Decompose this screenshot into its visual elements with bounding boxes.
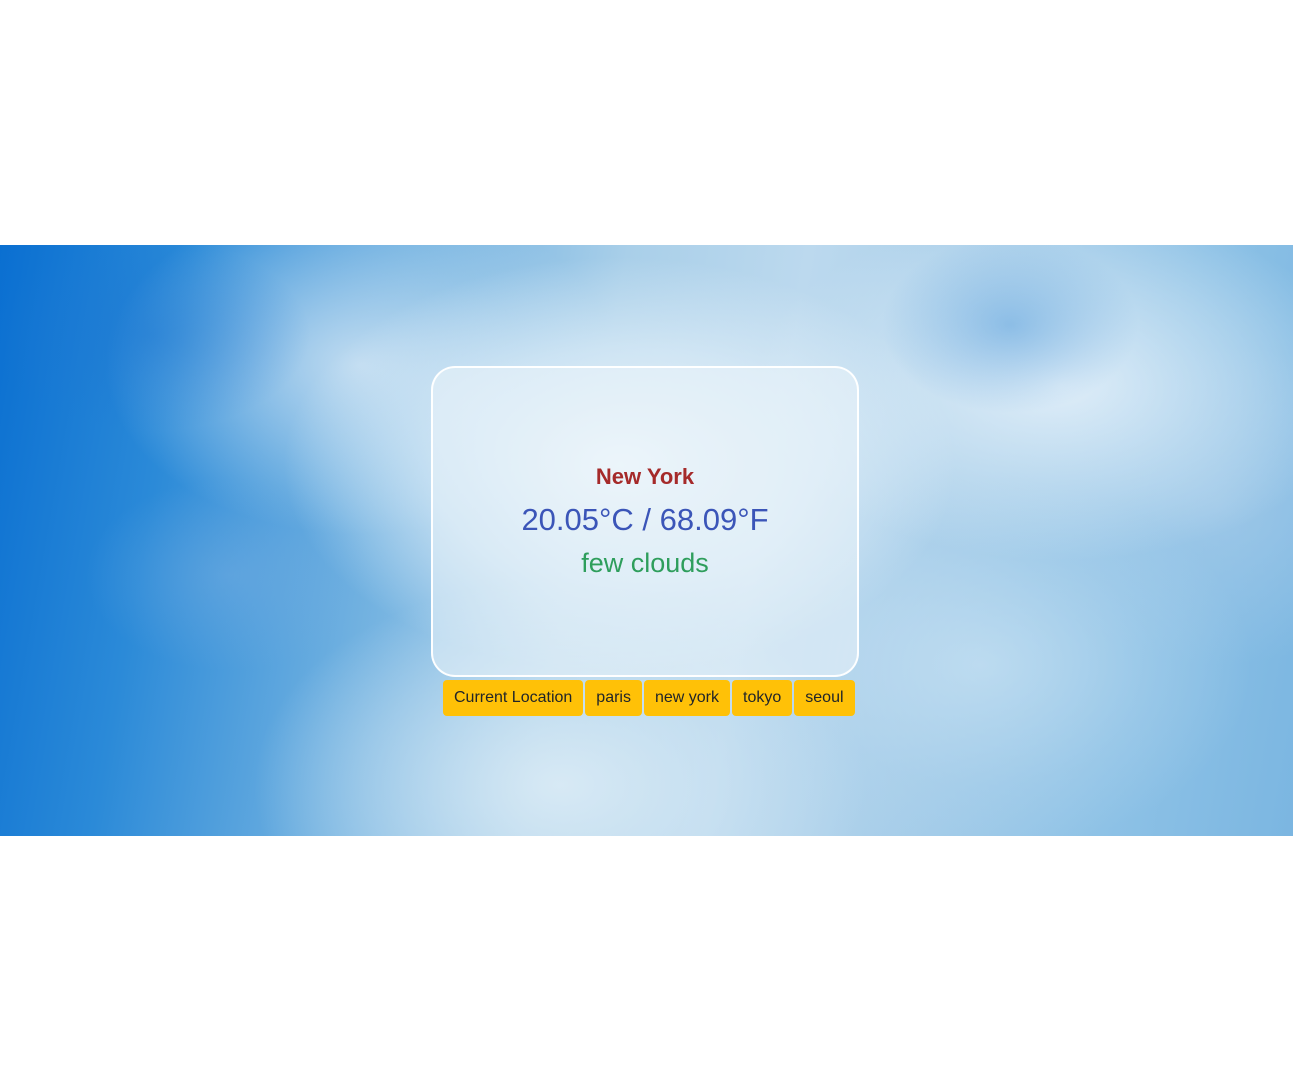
city-button-group: Current Location paris new york tokyo se… bbox=[443, 680, 855, 716]
new-york-button[interactable]: new york bbox=[643, 680, 731, 716]
city-name: New York bbox=[595, 464, 695, 489]
weather-description: few clouds bbox=[581, 548, 709, 578]
paris-button[interactable]: paris bbox=[585, 680, 642, 716]
seoul-button[interactable]: seoul bbox=[794, 680, 855, 716]
current-location-button[interactable]: Current Location bbox=[443, 680, 584, 716]
tokyo-button[interactable]: tokyo bbox=[732, 680, 793, 716]
temperature: 20.05°C / 68.09°F bbox=[521, 502, 769, 537]
weather-card: New York 20.05°C / 68.09°F few clouds bbox=[431, 366, 859, 677]
